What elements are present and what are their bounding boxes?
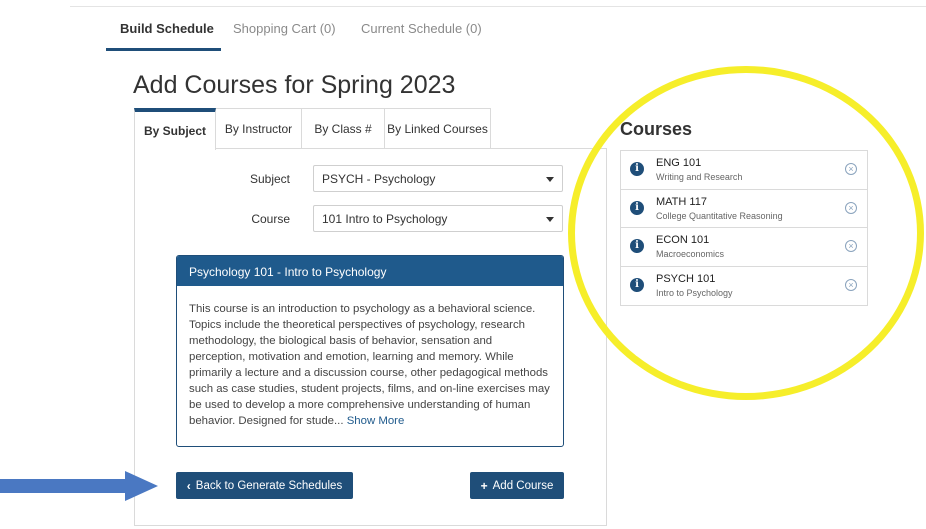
course-label: Course: [251, 212, 290, 226]
tab-by-subject[interactable]: By Subject: [134, 108, 216, 150]
course-code: PSYCH 101: [656, 272, 716, 285]
course-select[interactable]: 101 Intro to Psychology: [313, 205, 563, 232]
back-to-generate-schedules-button[interactable]: ‹ Back to Generate Schedules: [176, 472, 353, 499]
course-list-item: i ENG 101 Writing and Research ×: [621, 151, 867, 190]
info-icon[interactable]: i: [630, 200, 644, 215]
course-code: ECON 101: [656, 234, 710, 246]
info-icon[interactable]: i: [630, 277, 644, 292]
course-name: Writing and Research: [656, 172, 743, 182]
arrow-shape: [0, 471, 158, 501]
tab-shopping-cart[interactable]: Shopping Cart (0): [233, 20, 336, 38]
active-tab-indicator: [106, 48, 221, 51]
annotation-arrow-icon: [0, 471, 158, 501]
show-more-link[interactable]: Show More: [347, 415, 405, 427]
course-code: MATH 117: [656, 195, 707, 208]
add-course-button[interactable]: + Add Course: [470, 472, 564, 499]
tab-by-instructor[interactable]: By Instructor: [215, 108, 302, 149]
course-code: ENG 101: [656, 157, 702, 169]
remove-course-icon[interactable]: ×: [845, 240, 857, 252]
courses-heading: Courses: [620, 119, 693, 139]
tab-current-schedule[interactable]: Current Schedule (0): [361, 20, 482, 38]
chevron-left-icon: ‹: [186, 478, 191, 493]
course-list: i ENG 101 Writing and Research × i MATH …: [620, 150, 868, 306]
top-divider: [70, 6, 926, 7]
plus-icon: +: [480, 478, 488, 493]
subject-select-value: PSYCH - Psychology: [322, 172, 436, 186]
tab-build-schedule[interactable]: Build Schedule: [120, 20, 214, 38]
course-select-value: 101 Intro to Psychology: [322, 212, 448, 226]
tab-by-linked-courses[interactable]: By Linked Courses: [384, 108, 491, 149]
course-description-body: This course is an introduction to psycho…: [177, 286, 563, 429]
subject-label: Subject: [249, 172, 290, 186]
tab-by-class-number[interactable]: By Class #: [301, 108, 385, 149]
course-description-card: Psychology 101 - Intro to Psychology Thi…: [176, 255, 564, 447]
course-name: Macroeconomics: [656, 249, 725, 259]
page-title: Add Courses for Spring 2023: [133, 71, 456, 99]
chevron-down-icon: [546, 217, 554, 222]
course-list-item: i ECON 101 Macroeconomics ×: [621, 228, 867, 267]
subject-select[interactable]: PSYCH - Psychology: [313, 165, 563, 192]
course-list-item: i PSYCH 101 Intro to Psychology ×: [621, 267, 867, 306]
course-name: College Quantitative Reasoning: [656, 210, 783, 221]
add-course-button-label: Add Course: [492, 479, 554, 492]
back-button-label: Back to Generate Schedules: [195, 479, 343, 492]
course-list-item: i MATH 117 College Quantitative Reasonin…: [621, 190, 867, 228]
remove-course-icon[interactable]: ×: [845, 278, 857, 291]
course-description-heading: Psychology 101 - Intro to Psychology: [177, 256, 563, 286]
course-description-text: This course is an introduction to psycho…: [189, 303, 550, 427]
remove-course-icon[interactable]: ×: [845, 163, 857, 175]
info-icon[interactable]: i: [630, 162, 644, 176]
remove-course-icon[interactable]: ×: [845, 201, 857, 214]
chevron-down-icon: [546, 177, 554, 182]
course-name: Intro to Psychology: [656, 287, 733, 298]
info-icon[interactable]: i: [630, 239, 644, 253]
